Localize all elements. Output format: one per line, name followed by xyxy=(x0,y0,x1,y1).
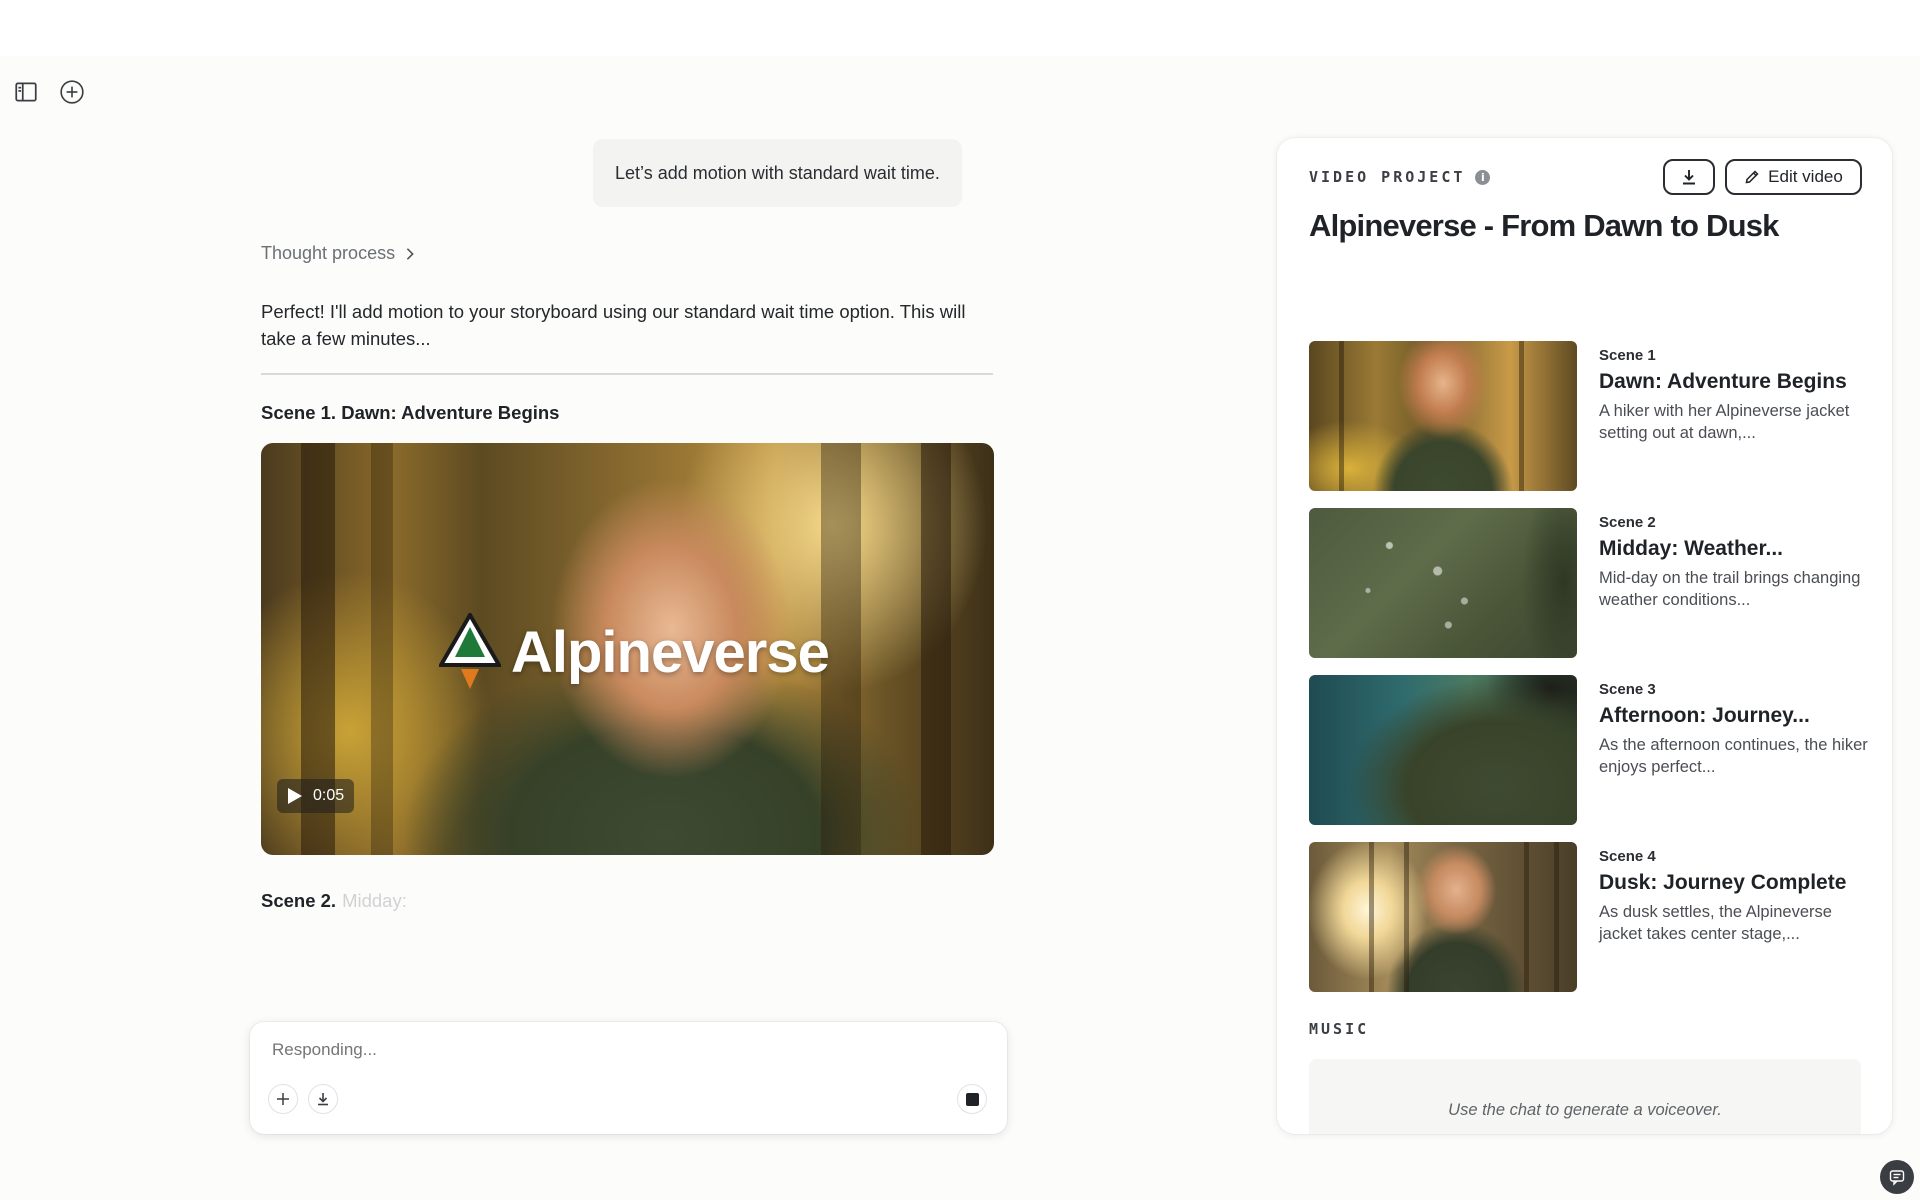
tree-trunk xyxy=(1519,341,1524,491)
play-button[interactable]: 0:05 xyxy=(277,779,355,813)
scene2-heading: Scene 2. Midday: xyxy=(261,890,407,912)
music-section-label: MUSIC xyxy=(1309,1020,1370,1038)
tree-trunk xyxy=(1369,842,1374,992)
top-left-toolbar xyxy=(10,76,88,108)
panel-label-text: VIDEO PROJECT xyxy=(1309,168,1466,186)
brand-text: Alpineverse xyxy=(511,619,830,685)
scene-card-4[interactable]: Scene 4 Dusk: Journey Complete As dusk s… xyxy=(1309,842,1869,992)
info-icon[interactable]: i xyxy=(1475,169,1491,185)
top-bar xyxy=(0,0,1920,56)
chat-bubble-icon xyxy=(1889,1170,1905,1186)
assistant-message: Perfect! I'll add motion to your storybo… xyxy=(261,301,966,349)
user-message-text: Let’s add motion with standard wait time… xyxy=(615,162,940,183)
scene1-heading: Scene 1. Dawn: Adventure Begins xyxy=(261,402,560,423)
edit-video-button[interactable]: Edit video xyxy=(1725,159,1862,195)
plus-icon xyxy=(277,1093,289,1105)
scene-thumbnail xyxy=(1309,842,1577,992)
scene-card-3[interactable]: Scene 3 Afternoon: Journey... As the aft… xyxy=(1309,675,1869,825)
plus-circle-icon xyxy=(60,80,84,104)
scene1-video-player[interactable]: Alpineverse 0:05 xyxy=(261,443,994,855)
scene-title: Dusk: Journey Complete xyxy=(1599,871,1847,894)
tree-trunk xyxy=(1524,842,1529,992)
scene-title: Afternoon: Journey... xyxy=(1599,704,1810,727)
play-icon xyxy=(288,788,302,804)
scene-thumbnail xyxy=(1309,341,1577,491)
video-project-panel: VIDEO PROJECT i Edit video Alpineverse -… xyxy=(1277,138,1892,1134)
scene-number: Scene 3 xyxy=(1599,681,1656,698)
scene-card-1[interactable]: Scene 1 Dawn: Adventure Begins A hiker w… xyxy=(1309,341,1869,491)
scene-description: Mid-day on the trail brings changing wea… xyxy=(1599,569,1861,609)
scene-info: Scene 1 Dawn: Adventure Begins A hiker w… xyxy=(1599,347,1869,444)
edit-video-label: Edit video xyxy=(1768,167,1843,186)
download-icon xyxy=(1683,170,1695,185)
scene-description: As the afternoon continues, the hiker en… xyxy=(1599,736,1868,776)
music-placeholder: Use the chat to generate a voiceover. xyxy=(1309,1059,1861,1134)
scene-info: Scene 4 Dusk: Journey Complete As dusk s… xyxy=(1599,848,1869,945)
scene-number: Scene 4 xyxy=(1599,848,1656,865)
scene-thumbnail xyxy=(1309,508,1577,658)
thought-process-label: Thought process xyxy=(261,243,396,263)
new-chat-button[interactable] xyxy=(56,76,88,108)
video-duration: 0:05 xyxy=(313,787,345,804)
scene-number: Scene 2 xyxy=(1599,514,1656,531)
thought-process-toggle[interactable]: Thought process xyxy=(261,243,417,264)
download-icon xyxy=(318,1093,328,1106)
tree-trunk xyxy=(1339,341,1344,491)
download-project-button[interactable] xyxy=(1663,159,1715,195)
scene-title: Midday: Weather... xyxy=(1599,537,1783,560)
attach-button[interactable] xyxy=(268,1084,298,1114)
scene2-heading-label: Scene 2. xyxy=(261,890,337,911)
sidebar-toggle-button[interactable] xyxy=(10,76,42,108)
chat-help-button[interactable] xyxy=(1880,1160,1914,1194)
stop-button[interactable] xyxy=(957,1084,987,1114)
scene-info: Scene 3 Afternoon: Journey... As the aft… xyxy=(1599,681,1869,778)
music-hint: Use the chat to generate a voiceover. xyxy=(1448,1101,1722,1119)
message-divider xyxy=(261,373,993,375)
scene-title: Dawn: Adventure Begins xyxy=(1599,370,1847,393)
app-canvas: Let’s add motion with standard wait time… xyxy=(0,56,1920,1200)
panel-label: VIDEO PROJECT i xyxy=(1309,168,1491,186)
alpineverse-logo-icon xyxy=(439,613,501,689)
scene-number: Scene 1 xyxy=(1599,347,1656,364)
tree-trunk xyxy=(371,443,393,855)
user-message-bubble: Let’s add motion with standard wait time… xyxy=(593,139,962,207)
pencil-icon xyxy=(1745,170,1759,184)
scene-description: As dusk settles, the Alpineverse jacket … xyxy=(1599,903,1832,943)
upload-button[interactable] xyxy=(308,1084,338,1114)
tree-trunk xyxy=(1404,842,1409,992)
scene-thumbnail xyxy=(1309,675,1577,825)
scene2-heading-partial: Midday: xyxy=(342,890,407,911)
scene-description: A hiker with her Alpineverse jacket sett… xyxy=(1599,402,1850,442)
sidebar-toggle-icon xyxy=(15,82,37,102)
chevron-right-icon xyxy=(406,247,414,260)
chat-input[interactable] xyxy=(272,1040,972,1060)
scene-info: Scene 2 Midday: Weather... Mid-day on th… xyxy=(1599,514,1869,611)
scene-card-2[interactable]: Scene 2 Midday: Weather... Mid-day on th… xyxy=(1309,508,1869,658)
brand-overlay: Alpineverse xyxy=(439,613,830,691)
chat-composer xyxy=(250,1022,1007,1134)
project-title: Alpineverse - From Dawn to Dusk xyxy=(1309,208,1779,243)
tree-trunk xyxy=(921,443,951,855)
stop-icon xyxy=(965,1092,979,1106)
tree-trunk xyxy=(1554,842,1559,992)
